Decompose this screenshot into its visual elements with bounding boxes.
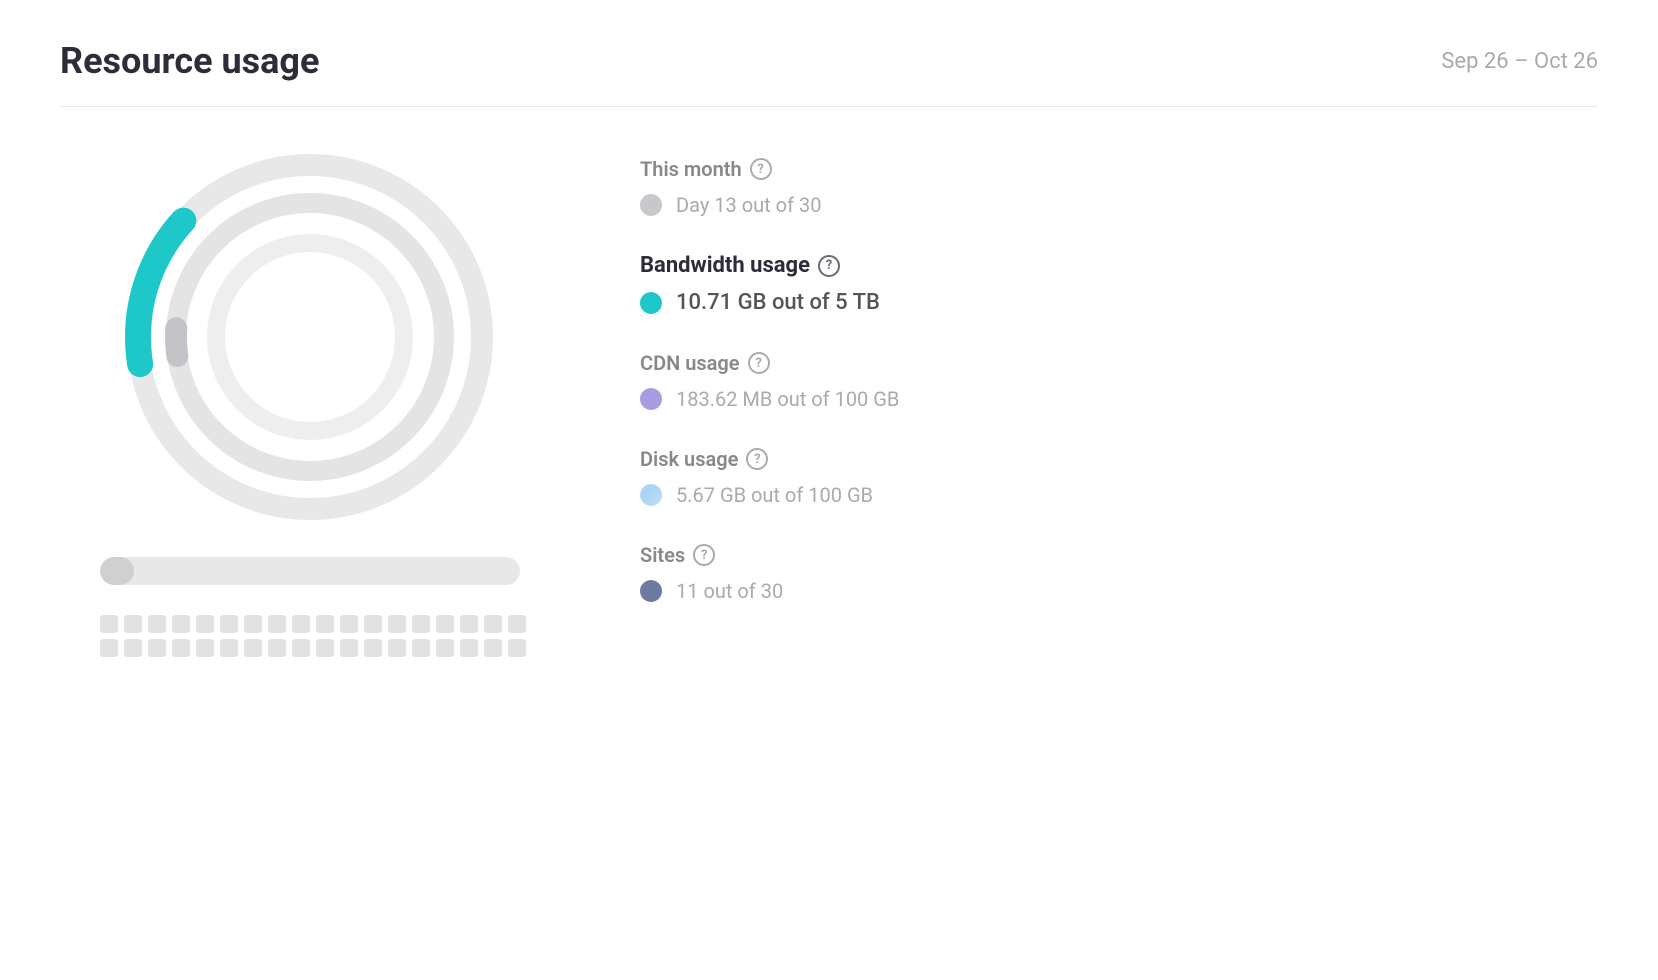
disk-dot (640, 484, 662, 506)
skeleton-dot (364, 615, 382, 633)
sites-title: Sites ? (640, 543, 1598, 567)
skeleton-dot (412, 615, 430, 633)
skeleton-dot (292, 639, 310, 657)
skeleton-dot (100, 639, 118, 657)
donut-svg (120, 147, 500, 527)
this-month-value-row: Day 13 out of 30 (640, 193, 1598, 217)
skeleton-dot (508, 615, 526, 633)
skeleton-dot (172, 615, 190, 633)
skeleton-dot (292, 615, 310, 633)
skeleton-dot (316, 615, 334, 633)
skeleton-dot (460, 615, 478, 633)
skeleton-dot (100, 615, 118, 633)
skeleton-dot (196, 615, 214, 633)
this-month-title: This month ? (640, 157, 1598, 181)
skeleton-dot (244, 639, 262, 657)
cdn-title: CDN usage ? (640, 351, 1598, 375)
this-month-section: This month ? Day 13 out of 30 (640, 157, 1598, 217)
skeleton-dot (220, 639, 238, 657)
skeleton-dot (436, 615, 454, 633)
disk-help-icon[interactable]: ? (746, 448, 768, 470)
this-month-dot (640, 194, 662, 216)
skeleton-dot (268, 615, 286, 633)
page-container: Resource usage Sep 26 – Oct 26 (0, 0, 1658, 697)
stats-area: This month ? Day 13 out of 30 Bandwidth … (640, 147, 1598, 639)
cdn-dot (640, 388, 662, 410)
page-title: Resource usage (60, 40, 319, 82)
content-area: This month ? Day 13 out of 30 Bandwidth … (60, 147, 1598, 657)
bandwidth-dot (640, 292, 662, 314)
skeleton-dot (460, 639, 478, 657)
skeleton-dot (484, 615, 502, 633)
sites-value-row: 11 out of 30 (640, 579, 1598, 603)
disk-value-row: 5.67 GB out of 100 GB (640, 483, 1598, 507)
skeleton-dot (340, 639, 358, 657)
skeleton-dot (148, 615, 166, 633)
skeleton-dot (388, 639, 406, 657)
cdn-help-icon[interactable]: ? (748, 352, 770, 374)
inner-track (216, 243, 404, 431)
skeleton-dot (220, 615, 238, 633)
bandwidth-value-row: 10.71 GB out of 5 TB (640, 290, 1598, 315)
header: Resource usage Sep 26 – Oct 26 (60, 40, 1598, 107)
this-month-help-icon[interactable]: ? (750, 158, 772, 180)
disk-section: Disk usage ? 5.67 GB out of 100 GB (640, 447, 1598, 507)
skeleton-dot (484, 639, 502, 657)
sites-section: Sites ? 11 out of 30 (640, 543, 1598, 603)
skeleton-dot (436, 639, 454, 657)
sites-dot (640, 580, 662, 602)
skeleton-bar (100, 557, 520, 585)
skeleton-dot (244, 615, 262, 633)
skeleton-dot (172, 639, 190, 657)
skeleton-dot (412, 639, 430, 657)
sites-help-icon[interactable]: ? (693, 544, 715, 566)
skeleton-dot (316, 639, 334, 657)
chart-area (60, 147, 560, 657)
disk-title: Disk usage ? (640, 447, 1598, 471)
skeleton-dot (388, 615, 406, 633)
skeleton-dot (196, 639, 214, 657)
skeleton-dots (100, 615, 520, 657)
skeleton-dot (124, 615, 142, 633)
date-range: Sep 26 – Oct 26 (1441, 49, 1598, 74)
skeleton-dot (340, 615, 358, 633)
cdn-section: CDN usage ? 183.62 MB out of 100 GB (640, 351, 1598, 411)
skeleton-dot (268, 639, 286, 657)
skeleton-dot (124, 639, 142, 657)
bandwidth-section: Bandwidth usage ? 10.71 GB out of 5 TB (640, 253, 1598, 315)
skeleton-dot (508, 639, 526, 657)
cdn-value-row: 183.62 MB out of 100 GB (640, 387, 1598, 411)
donut-chart (120, 147, 500, 527)
skeleton-dot (148, 639, 166, 657)
bandwidth-help-icon[interactable]: ? (818, 255, 840, 277)
skeleton-dot (364, 639, 382, 657)
bandwidth-title: Bandwidth usage ? (640, 253, 1598, 278)
